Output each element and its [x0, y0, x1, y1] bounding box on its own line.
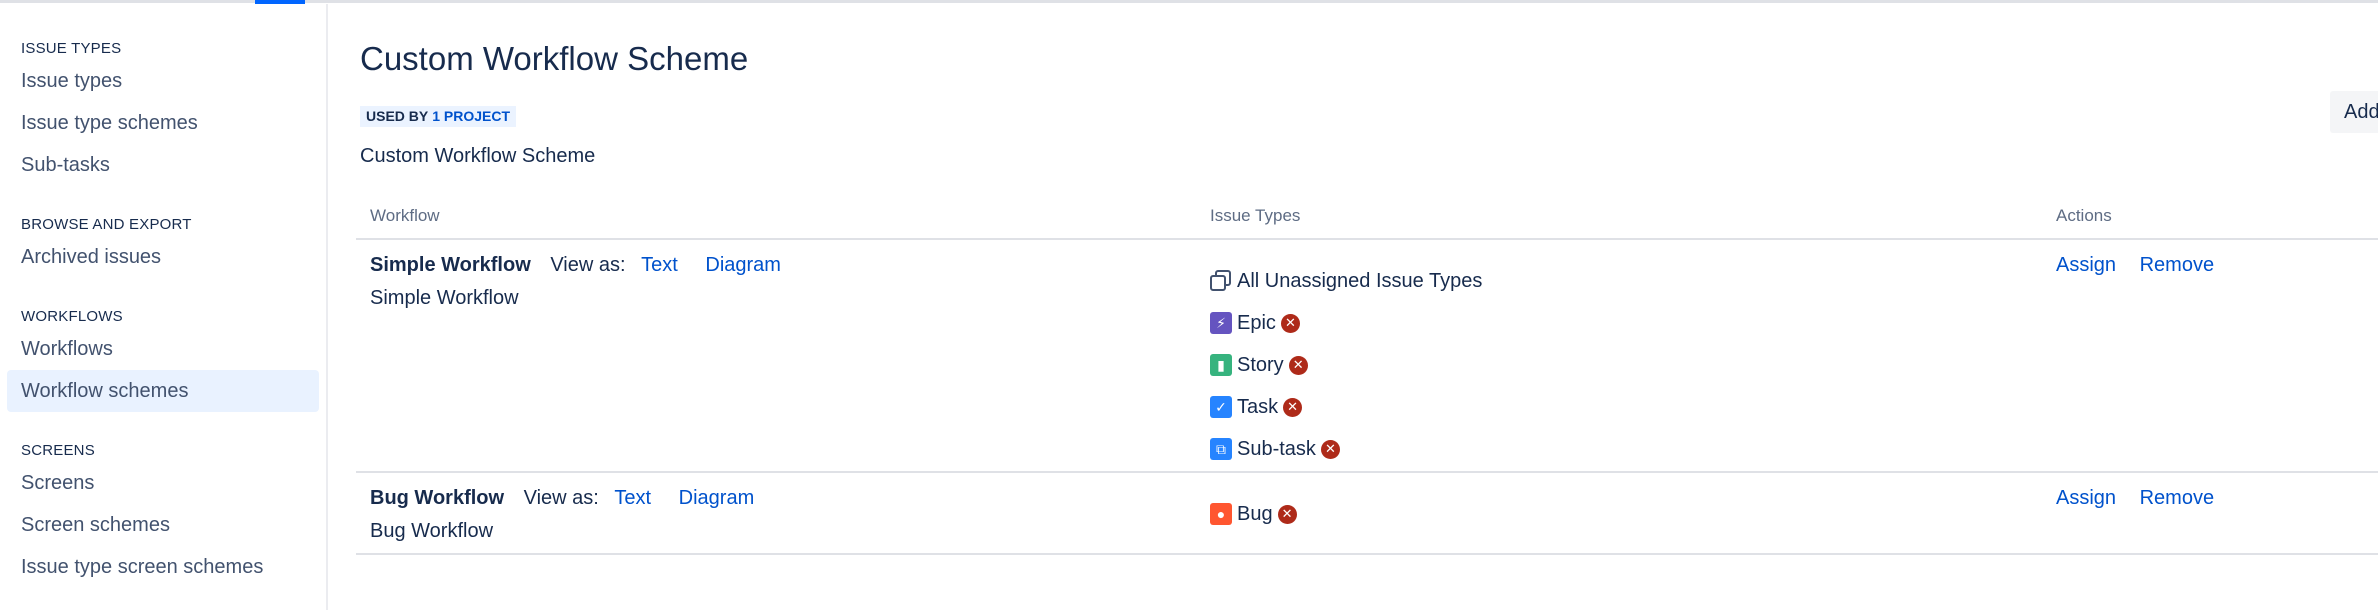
- workflow-description: Simple Workflow: [370, 287, 519, 309]
- assign-link[interactable]: Assign: [2056, 487, 2116, 509]
- workflow-name: Bug Workflow: [370, 487, 505, 509]
- used-by-label: USED BY: [366, 108, 429, 124]
- view-as-diagram-link[interactable]: Diagram: [679, 487, 755, 509]
- workflow-table: Workflow Issue Types Actions Simple Work…: [356, 198, 2378, 555]
- sidebar-item-workflows[interactable]: Workflows: [7, 328, 319, 370]
- remove-issue-type-icon[interactable]: ✕: [1280, 313, 1300, 333]
- epic-icon: ⚡: [1210, 312, 1232, 334]
- workflow-name-line: Bug Workflow View as: Text Diagram: [370, 487, 754, 510]
- sidebar-item-issue-types[interactable]: Issue types: [7, 60, 319, 102]
- workflow-description: Bug Workflow: [370, 520, 494, 542]
- page-title: Custom Workflow Scheme: [360, 40, 749, 77]
- sidebar-heading: ISSUE TYPES: [21, 40, 122, 57]
- row-actions: Assign Remove: [2056, 487, 2214, 510]
- workflow-name: Simple Workflow: [370, 254, 531, 276]
- remove-link[interactable]: Remove: [2140, 254, 2214, 276]
- story-icon: ▮: [1210, 354, 1232, 376]
- table-header: Workflow Issue Types Actions: [356, 198, 2378, 240]
- sidebar-heading: BROWSE AND EXPORT: [21, 216, 192, 233]
- remove-issue-type-icon[interactable]: ✕: [1320, 439, 1340, 459]
- sidebar-item-issue-type-screen-schemes[interactable]: Issue type screen schemes: [7, 546, 319, 588]
- issue-type-item: ▮ Story ✕: [1210, 344, 1482, 386]
- issue-type-item: ⚡ Epic ✕: [1210, 302, 1482, 344]
- task-icon: ✓: [1210, 396, 1232, 418]
- main-content: Custom Workflow Scheme USED BY 1 PROJECT …: [356, 0, 2378, 610]
- used-by-projects-link[interactable]: 1 PROJECT: [432, 108, 510, 124]
- copy-icon: [1210, 270, 1232, 292]
- view-as-text-link[interactable]: Text: [614, 487, 651, 509]
- sidebar-section-browse-export: BROWSE AND EXPORT Archived issues: [0, 210, 326, 278]
- sidebar-section-screens: SCREENS Screens Screen schemes Issue typ…: [0, 436, 326, 588]
- sidebar-item-issue-type-schemes[interactable]: Issue type schemes: [7, 102, 319, 144]
- remove-issue-type-icon[interactable]: ✕: [1277, 504, 1297, 524]
- view-as-label: View as:: [550, 254, 626, 276]
- issue-type-item: All Unassigned Issue Types: [1210, 260, 1482, 302]
- issue-type-item: ⧉ Sub-task ✕: [1210, 428, 1482, 470]
- scheme-description: Custom Workflow Scheme: [360, 145, 596, 167]
- issue-type-label: Epic: [1237, 311, 1276, 334]
- remove-issue-type-icon[interactable]: ✕: [1288, 355, 1308, 375]
- issue-type-label: Task: [1237, 395, 1279, 418]
- workflow-name-line: Simple Workflow View as: Text Diagram: [370, 254, 781, 277]
- assign-link[interactable]: Assign: [2056, 254, 2116, 276]
- sidebar-item-workflow-schemes[interactable]: Workflow schemes: [7, 370, 319, 412]
- sidebar-section-issue-types: ISSUE TYPES Issue types Issue type schem…: [0, 34, 326, 186]
- issue-type-item: ✓ Task ✕: [1210, 386, 1482, 428]
- view-as-label: View as:: [523, 487, 599, 509]
- sidebar-item-screens[interactable]: Screens: [7, 462, 319, 504]
- table-row: Bug Workflow View as: Text Diagram Bug W…: [356, 473, 2378, 555]
- remove-link[interactable]: Remove: [2140, 487, 2214, 509]
- issue-type-list: ● Bug ✕: [1210, 493, 1297, 535]
- column-header-workflow: Workflow: [370, 206, 440, 225]
- issue-type-item: ● Bug ✕: [1210, 493, 1297, 535]
- view-as-text-link[interactable]: Text: [641, 254, 678, 276]
- sidebar-item-screen-schemes[interactable]: Screen schemes: [7, 504, 319, 546]
- sidebar-item-archived-issues[interactable]: Archived issues: [7, 236, 319, 278]
- issue-type-list: All Unassigned Issue Types ⚡ Epic ✕ ▮ St…: [1210, 260, 1482, 470]
- sidebar-item-sub-tasks[interactable]: Sub-tasks: [7, 144, 319, 186]
- sidebar-section-workflows: WORKFLOWS Workflows Workflow schemes: [0, 302, 326, 412]
- column-header-actions: Actions: [2056, 206, 2112, 225]
- sidebar-heading: SCREENS: [21, 442, 95, 459]
- subtask-icon: ⧉: [1210, 438, 1232, 460]
- row-actions: Assign Remove: [2056, 254, 2214, 277]
- sidebar-heading: WORKFLOWS: [21, 308, 123, 325]
- column-header-issue-types: Issue Types: [1210, 206, 1301, 225]
- remove-issue-type-icon[interactable]: ✕: [1283, 397, 1303, 417]
- sidebar: ISSUE TYPES Issue types Issue type schem…: [0, 4, 328, 610]
- add-workflow-button[interactable]: Add: [2330, 91, 2378, 133]
- issue-type-label: All Unassigned Issue Types: [1237, 269, 1483, 292]
- issue-type-label: Bug: [1237, 502, 1273, 525]
- bug-icon: ●: [1210, 503, 1232, 525]
- used-by-lozenge: USED BY 1 PROJECT: [360, 106, 517, 127]
- table-row: Simple Workflow View as: Text Diagram Si…: [356, 240, 2378, 473]
- view-as-diagram-link[interactable]: Diagram: [705, 254, 781, 276]
- issue-type-label: Story: [1237, 353, 1284, 376]
- issue-type-label: Sub-task: [1237, 437, 1316, 460]
